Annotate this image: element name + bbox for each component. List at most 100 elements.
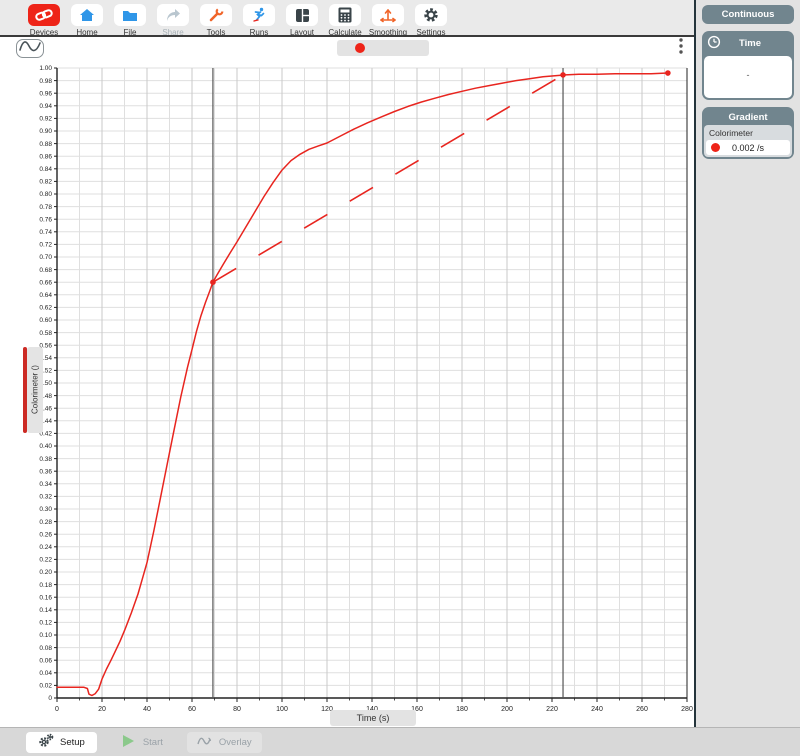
toolbar-button-calculate[interactable]: Calculate: [325, 4, 365, 37]
time-card-title: Time: [721, 38, 789, 49]
data-point-marker: [210, 279, 216, 285]
y-tick-label: 0.94: [39, 103, 52, 110]
y-tick-label: 0.18: [39, 582, 52, 589]
series-color-dot: [711, 143, 720, 152]
y-tick-label: 0.20: [39, 569, 52, 576]
data-point-marker: [665, 70, 671, 76]
y-tick-label: 0.24: [39, 544, 52, 551]
setup-label: Setup: [60, 737, 85, 748]
runner-icon: [243, 4, 275, 26]
y-tick-label: 0.26: [39, 531, 52, 538]
y-tick-label: 0.38: [39, 456, 52, 463]
y-tick-label: 0.10: [39, 632, 52, 639]
app-window: Devices Home File Share Tools: [0, 0, 800, 756]
start-button[interactable]: Start: [113, 734, 171, 751]
toolbar-button-file[interactable]: File: [110, 4, 150, 37]
time-meter-card[interactable]: Time -: [702, 31, 794, 100]
y-tick-label: 0.82: [39, 179, 52, 186]
x-tick-label: 40: [143, 706, 151, 713]
y-tick-label: 0.74: [39, 229, 52, 236]
time-value-box: -: [704, 56, 792, 98]
x-tick-label: 240: [591, 706, 603, 713]
y-tick-label: 0.36: [39, 468, 52, 475]
toolbar-button-settings[interactable]: Settings: [411, 4, 451, 37]
home-icon: [71, 4, 103, 26]
y-tick-label: 0.68: [39, 267, 52, 274]
graph-header-slider[interactable]: [337, 40, 429, 56]
setup-button[interactable]: Setup: [26, 732, 97, 753]
gradient-card-body: Colorimeter 0.002 /s: [704, 125, 792, 157]
x-tick-label: 260: [636, 706, 648, 713]
x-tick-label: 100: [276, 706, 288, 713]
y-tick-label: 0.28: [39, 519, 52, 526]
gradient-channel-label: Colorimeter: [706, 127, 790, 139]
overlay-button[interactable]: Overlay: [187, 732, 262, 753]
y-tick-label: 0.30: [39, 506, 52, 513]
y-tick-label: 0.76: [39, 216, 52, 223]
gradient-meter-card[interactable]: Gradient Colorimeter 0.002 /s: [702, 107, 794, 159]
y-tick-label: 0.12: [39, 620, 52, 627]
y-tick-label: 0: [48, 695, 52, 702]
y-axis-label-box[interactable]: Colorimeter (): [23, 347, 43, 433]
gears-icon: [38, 733, 54, 751]
y-tick-label: 0.60: [39, 317, 52, 324]
y-tick-label: 0.02: [39, 683, 52, 690]
gradient-value-row: 0.002 /s: [706, 140, 790, 155]
y-tick-label: 1.00: [39, 65, 52, 72]
y-tick-label: 0.72: [39, 242, 52, 249]
play-icon: [121, 734, 135, 751]
toolbar-label: Runs: [250, 28, 269, 37]
y-tick-label: 0.04: [39, 670, 52, 677]
y-tick-label: 0.62: [39, 305, 52, 312]
data-point-marker: [560, 72, 566, 78]
meters-sidebar: Continuous Time - Gradient Colorimeter 0…: [694, 0, 800, 727]
toolbar-button-devices[interactable]: Devices: [24, 4, 64, 37]
toolbar-label: Home: [76, 28, 97, 37]
toolbar-label: Share: [162, 28, 183, 37]
smoothing-arrow-icon: [372, 4, 404, 26]
clock-icon: [707, 35, 721, 52]
x-axis-label[interactable]: Time (s): [330, 710, 416, 726]
run-indicator-dot[interactable]: [355, 43, 365, 53]
sine-wave-icon: [18, 38, 42, 59]
calculator-icon: [329, 4, 361, 26]
toolbar-button-layout[interactable]: Layout: [282, 4, 322, 37]
time-card-header: Time: [704, 33, 792, 54]
y-tick-label: 0.40: [39, 443, 52, 450]
toolbar-label: File: [124, 28, 137, 37]
toolbar-label: Layout: [290, 28, 314, 37]
collection-mode-badge[interactable]: Continuous: [702, 5, 794, 24]
y-tick-label: 0.08: [39, 645, 52, 652]
toolbar-button-tools[interactable]: Tools: [196, 4, 236, 37]
chain-link-icon: [28, 4, 60, 26]
y-tick-label: 0.66: [39, 279, 52, 286]
x-tick-label: 80: [233, 706, 241, 713]
share-arrow-icon: [157, 4, 189, 26]
toolbar-button-share[interactable]: Share: [153, 4, 193, 37]
colorimeter-time-graph[interactable]: 00.020.040.060.080.100.120.140.160.180.2…: [0, 60, 694, 727]
time-value: -: [704, 70, 792, 80]
x-tick-label: 280: [681, 706, 693, 713]
y-tick-label: 0.90: [39, 128, 52, 135]
x-tick-label: 0: [55, 706, 59, 713]
graph-options-menu-button[interactable]: [676, 39, 686, 58]
x-tick-label: 60: [188, 706, 196, 713]
x-tick-label: 20: [98, 706, 106, 713]
y-axis-label[interactable]: Colorimeter (): [27, 347, 43, 433]
main-toolbar: Devices Home File Share Tools: [0, 0, 694, 37]
graph-toolbar: [0, 37, 694, 60]
toolbar-button-runs[interactable]: Runs: [239, 4, 279, 37]
y-tick-label: 0.84: [39, 166, 52, 173]
toolbar-label: Settings: [417, 28, 446, 37]
toolbar-button-home[interactable]: Home: [67, 4, 107, 37]
y-tick-label: 0.70: [39, 254, 52, 261]
curve-overlay-icon: [197, 735, 213, 750]
toolbar-label: Tools: [207, 28, 226, 37]
y-tick-label: 0.14: [39, 607, 52, 614]
y-tick-label: 0.22: [39, 557, 52, 564]
y-tick-label: 0.64: [39, 292, 52, 299]
toolbar-button-smoothing[interactable]: Smoothing: [368, 4, 408, 37]
y-tick-label: 0.78: [39, 204, 52, 211]
toolbar-label: Devices: [30, 28, 58, 37]
graph-type-button[interactable]: [16, 39, 44, 58]
